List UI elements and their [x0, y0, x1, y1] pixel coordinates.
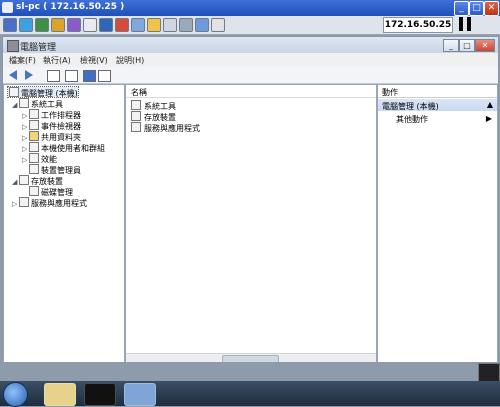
back-icon[interactable] — [9, 70, 17, 80]
remote-ip-display: 172.16.50.25 — [383, 17, 453, 33]
tree-item-disk-management[interactable]: 磁碟管理 — [22, 186, 73, 197]
window-titlebar: 電腦管理 _ □ ✕ — [3, 37, 498, 53]
menu-action[interactable]: 執行(A) — [43, 55, 71, 66]
users-icon — [29, 142, 39, 152]
ctrl-alt-del-icon[interactable] — [83, 18, 97, 32]
tree-item-system-tools[interactable]: ◢ 系統工具 — [12, 98, 63, 109]
info-icon[interactable] — [147, 18, 161, 32]
settings-icon[interactable] — [51, 18, 65, 32]
tools-icon — [19, 98, 29, 108]
tree-item-shared-folders[interactable]: ▷ 共用資料夾 — [22, 131, 81, 142]
window-close-button[interactable]: ✕ — [475, 39, 495, 52]
disk-icon — [29, 186, 39, 196]
taskbar — [0, 381, 500, 407]
tree-root[interactable]: 電腦管理 (本機) — [7, 86, 79, 98]
actions-header: 動作 — [378, 85, 497, 98]
content-list: 名稱 系統工具 存放裝置 服務與應用程式 — [125, 84, 377, 364]
tree-item-storage[interactable]: ◢ 存放裝置 — [12, 175, 63, 186]
remote-desktop-icon — [2, 2, 13, 13]
services-icon — [131, 122, 141, 132]
keyboard-icon[interactable] — [67, 18, 81, 32]
screen-icon[interactable] — [19, 18, 33, 32]
tree-item-local-users[interactable]: ▷ 本機使用者和群組 — [22, 142, 105, 153]
tree-item-services-apps[interactable]: ▷ 服務與應用程式 — [12, 197, 87, 208]
fullscreen-icon[interactable] — [163, 18, 177, 32]
computer-management-icon — [7, 40, 19, 52]
refresh-icon[interactable] — [35, 18, 49, 32]
tree-item-event-viewer[interactable]: ▷ 事件檢視器 — [22, 120, 81, 131]
remote-session-bar: sl-pc ( 172.16.50.25 ) _ □ ✕ — [0, 0, 500, 16]
services-icon — [19, 197, 29, 207]
disconnect-icon[interactable] — [115, 18, 129, 32]
tree-item-performance[interactable]: ▷ 效能 — [22, 153, 57, 164]
action-more-actions[interactable]: 其他動作 — [396, 114, 428, 125]
explorer-taskbar-icon[interactable] — [44, 383, 76, 406]
help-icon[interactable] — [83, 70, 96, 82]
window-maximize-button[interactable]: □ — [459, 39, 475, 52]
actions-pane: 動作 電腦管理 (本機) ▲ 其他動作 ▶ — [377, 84, 498, 364]
storage-icon — [131, 111, 141, 121]
console-tree: 電腦管理 (本機) ◢ 系統工具 ▷ 工作排程器 ▷ 事件檢視器 ▷ 共用資料夾 ▷ 本機… — [3, 84, 125, 364]
folder-icon — [29, 131, 39, 141]
show-hide-tree-icon[interactable] — [47, 70, 60, 82]
collapse-arrow-icon[interactable]: ▲ — [487, 100, 493, 109]
menu-file[interactable]: 檔案(F) — [9, 55, 36, 66]
desktop-background — [0, 362, 500, 381]
connection-icon[interactable] — [3, 18, 17, 32]
chat-icon[interactable] — [131, 18, 145, 32]
column-header-name[interactable]: 名稱 — [126, 85, 376, 98]
tree-item-task-scheduler[interactable]: ▷ 工作排程器 — [22, 109, 81, 120]
minimize-button[interactable]: _ — [454, 1, 469, 16]
computer-icon — [9, 87, 19, 97]
performance-icon — [29, 153, 39, 163]
window-title: 電腦管理 — [20, 43, 57, 53]
tools-icon — [131, 100, 141, 110]
close-button[interactable]: ✕ — [484, 1, 499, 16]
device-manager-icon — [29, 164, 39, 174]
computer-management-taskbar-icon[interactable] — [124, 383, 156, 406]
clock-icon — [29, 109, 39, 119]
file-transfer-icon[interactable] — [99, 18, 113, 32]
maximize-button[interactable]: □ — [469, 1, 484, 16]
command-prompt-taskbar-icon[interactable] — [84, 383, 116, 406]
forward-icon[interactable] — [25, 70, 33, 80]
tree-item-device-manager[interactable]: 裝置管理員 — [22, 164, 81, 175]
computer-management-window: 電腦管理 _ □ ✕ 檔案(F) 執行(A) 檢視(V) 說明(H) 電腦管理 … — [2, 36, 499, 364]
navigation-toolbar — [3, 67, 498, 84]
remote-session-title: sl-pc ( 172.16.50.25 ) — [16, 2, 125, 12]
start-button[interactable] — [3, 382, 28, 407]
menu-view[interactable]: 檢視(V) — [80, 55, 108, 66]
menu-help[interactable]: 說明(H) — [116, 55, 144, 66]
event-viewer-icon — [29, 120, 39, 130]
actions-section-computer-management[interactable]: 電腦管理 (本機) ▲ — [378, 99, 497, 111]
zoom-icon[interactable] — [211, 18, 225, 32]
tray-icon[interactable] — [478, 363, 500, 383]
show-action-pane-icon[interactable] — [98, 70, 111, 82]
up-level-icon[interactable] — [65, 70, 78, 82]
window-minimize-button[interactable]: _ — [443, 39, 459, 52]
list-item[interactable]: 服務與應用程式 — [131, 122, 200, 134]
pause-icon[interactable] — [459, 17, 472, 31]
menubar: 檔案(F) 執行(A) 檢視(V) 說明(H) — [3, 54, 498, 66]
monitor-icon[interactable] — [195, 18, 209, 32]
options-icon[interactable] — [179, 18, 193, 32]
submenu-arrow-icon: ▶ — [485, 114, 492, 123]
storage-icon — [19, 175, 29, 185]
